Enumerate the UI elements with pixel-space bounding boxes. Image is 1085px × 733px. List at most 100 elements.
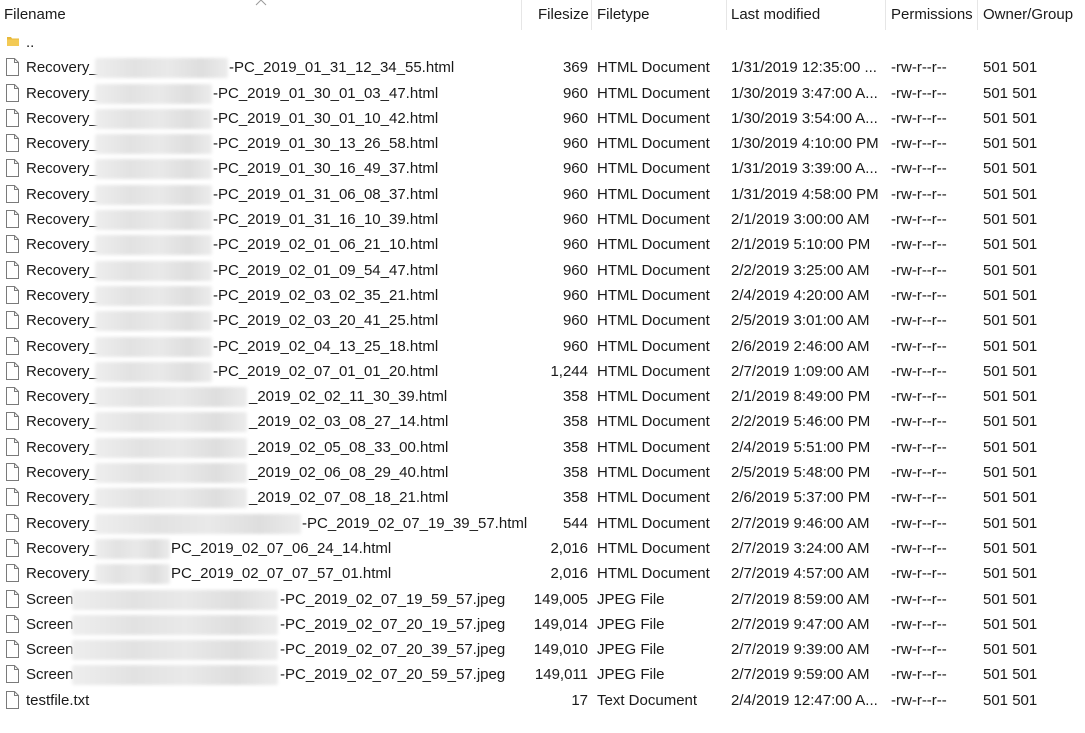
- filename-suffix: -PC_2019_02_01_06_21_10.html: [213, 236, 439, 254]
- table-row[interactable]: Recovery_ -PC_2019_02_07_19_39_57.html 544…: [0, 511, 1085, 536]
- table-row[interactable]: Screen -PC_2019_02_07_20_59_57.jpeg 149,01…: [0, 662, 1085, 687]
- table-row[interactable]: Recovery_ -PC_2019_01_30_13_26_58.html 960…: [0, 131, 1085, 156]
- filetype-cell: HTML Document: [597, 464, 710, 482]
- table-row[interactable]: Recovery_ PC_2019_02_07_06_24_14.html 2,01…: [0, 536, 1085, 561]
- filesize-cell: 960: [562, 211, 588, 229]
- redacted-region: [95, 58, 228, 79]
- filename-suffix: -PC_2019_01_31_12_34_55.html: [229, 59, 455, 77]
- permissions-cell: -rw-r--r--: [891, 135, 947, 153]
- filesize-cell: 960: [562, 135, 588, 153]
- column-header-permissions[interactable]: Permissions: [891, 0, 973, 30]
- table-row[interactable]: Recovery_ _2019_02_06_08_29_40.html 358 HTM…: [0, 460, 1085, 485]
- redacted-region: [95, 285, 212, 306]
- last-modified-cell: 1/30/2019 3:54:00 A...: [731, 109, 878, 127]
- column-divider[interactable]: [591, 0, 592, 30]
- owner-group-cell: 501 501: [983, 286, 1038, 304]
- column-header-filesize[interactable]: Filesize: [538, 0, 589, 30]
- file-icon: [6, 640, 19, 659]
- filesize-cell: 960: [562, 261, 588, 279]
- redacted-region: [95, 463, 247, 484]
- table-row[interactable]: Recovery_ -PC_2019_02_01_09_54_47.html 960…: [0, 258, 1085, 283]
- file-icon: [6, 564, 19, 583]
- owner-group-cell: 501 501: [983, 641, 1038, 659]
- table-row[interactable]: Recovery_ -PC_2019_01_31_16_10_39.html 960…: [0, 207, 1085, 232]
- table-row[interactable]: Recovery_ -PC_2019_02_03_02_35_21.html 960…: [0, 283, 1085, 308]
- column-header-last-modified[interactable]: Last modified: [731, 0, 820, 30]
- table-row[interactable]: Recovery_ -PC_2019_01_30_16_49_37.html 960…: [0, 156, 1085, 181]
- file-icon: [6, 134, 19, 153]
- column-divider[interactable]: [885, 0, 886, 30]
- table-row[interactable]: Recovery_ -PC_2019_02_01_06_21_10.html 960…: [0, 232, 1085, 257]
- table-row[interactable]: testfile.txt 17 Text Document 2/4/2019 12:4…: [0, 688, 1085, 713]
- permissions-cell: -rw-r--r--: [891, 388, 947, 406]
- filetype-cell: HTML Document: [597, 489, 710, 507]
- filesize-cell: 358: [562, 388, 588, 406]
- filename-suffix: -PC_2019_01_30_01_03_47.html: [213, 84, 439, 102]
- column-header-filetype[interactable]: Filetype: [597, 0, 650, 30]
- owner-group-cell: 501 501: [983, 312, 1038, 330]
- column-header-owner-group[interactable]: Owner/Group: [983, 0, 1073, 30]
- redacted-region: [72, 614, 278, 635]
- permissions-cell: -rw-r--r--: [891, 691, 947, 709]
- owner-group-cell: 501 501: [983, 337, 1038, 355]
- filename-prefix: Recovery_: [26, 286, 98, 304]
- redacted-region: [95, 83, 212, 104]
- column-divider[interactable]: [726, 0, 727, 30]
- table-row[interactable]: Recovery_ _2019_02_03_08_27_14.html 358 HTM…: [0, 409, 1085, 434]
- table-row[interactable]: Recovery_ _2019_02_07_08_18_21.html 358 HTM…: [0, 485, 1085, 510]
- column-divider[interactable]: [521, 0, 522, 30]
- filename-prefix: Recovery_: [26, 489, 98, 507]
- filetype-cell: HTML Document: [597, 59, 710, 77]
- table-row[interactable]: Screen -PC_2019_02_07_20_19_57.jpeg 149,01…: [0, 612, 1085, 637]
- last-modified-cell: 2/7/2019 9:46:00 AM: [731, 514, 870, 532]
- owner-group-cell: 501 501: [983, 84, 1038, 102]
- filename-prefix: Screen: [26, 641, 74, 659]
- column-header-row: Filename Filesize Filetype Last modified…: [0, 0, 1085, 30]
- filename-prefix: Recovery_: [26, 337, 98, 355]
- filename-cell: Recovery_ PC_2019_02_07_07_57_01.html: [26, 561, 520, 586]
- table-row[interactable]: Recovery_ PC_2019_02_07_07_57_01.html 2,01…: [0, 561, 1085, 586]
- filename-suffix: -PC_2019_02_07_19_39_57.html: [302, 514, 528, 532]
- last-modified-cell: 2/2/2019 3:25:00 AM: [731, 261, 870, 279]
- filetype-cell: HTML Document: [597, 211, 710, 229]
- filename-prefix: Recovery_: [26, 413, 98, 431]
- filetype-cell: JPEG File: [597, 590, 665, 608]
- filename-suffix: PC_2019_02_07_06_24_14.html: [171, 539, 392, 557]
- filetype-cell: HTML Document: [597, 261, 710, 279]
- redacted-region: [95, 134, 212, 155]
- filename-suffix: -PC_2019_02_04_13_25_18.html: [213, 337, 439, 355]
- permissions-cell: -rw-r--r--: [891, 565, 947, 583]
- table-row[interactable]: Recovery_ -PC_2019_01_31_12_34_55.html 369…: [0, 55, 1085, 80]
- table-row[interactable]: Screen -PC_2019_02_07_20_39_57.jpeg 149,01…: [0, 637, 1085, 662]
- owner-group-cell: 501 501: [983, 59, 1038, 77]
- table-row[interactable]: Recovery_ -PC_2019_01_30_01_10_42.html 960…: [0, 106, 1085, 131]
- permissions-cell: -rw-r--r--: [891, 514, 947, 532]
- table-row[interactable]: Screen -PC_2019_02_07_19_59_57.jpeg 149,00…: [0, 587, 1085, 612]
- filesize-cell: 960: [562, 312, 588, 330]
- owner-group-cell: 501 501: [983, 388, 1038, 406]
- owner-group-cell: 501 501: [983, 160, 1038, 178]
- filesize-cell: 960: [562, 109, 588, 127]
- column-divider[interactable]: [977, 0, 978, 30]
- file-icon: [6, 285, 19, 304]
- filename-prefix: Recovery_: [26, 109, 98, 127]
- filesize-cell: 2,016: [550, 565, 588, 583]
- filesize-cell: 544: [562, 514, 588, 532]
- permissions-cell: -rw-r--r--: [891, 109, 947, 127]
- table-row[interactable]: Recovery_ -PC_2019_01_31_06_08_37.html 960…: [0, 182, 1085, 207]
- filetype-cell: HTML Document: [597, 539, 710, 557]
- filename-prefix: Recovery_: [26, 236, 98, 254]
- table-row-parent-directory[interactable]: ..: [0, 30, 1085, 55]
- table-row[interactable]: Recovery_ -PC_2019_02_03_20_41_25.html 960…: [0, 308, 1085, 333]
- filename-cell: Recovery_ _2019_02_02_11_30_39.html: [26, 384, 520, 409]
- table-row[interactable]: Recovery_ _2019_02_02_11_30_39.html 358 HTM…: [0, 384, 1085, 409]
- table-row[interactable]: Recovery_ -PC_2019_02_07_01_01_20.html 1,2…: [0, 359, 1085, 384]
- filename-cell: Recovery_ -PC_2019_01_31_06_08_37.html: [26, 182, 520, 207]
- filename-suffix: -PC_2019_02_07_19_59_57.jpeg: [280, 590, 506, 608]
- table-row[interactable]: Recovery_ -PC_2019_01_30_01_03_47.html 960…: [0, 81, 1085, 106]
- filename-cell: Recovery_ -PC_2019_01_31_16_10_39.html: [26, 207, 520, 232]
- table-row[interactable]: Recovery_ -PC_2019_02_04_13_25_18.html 960…: [0, 334, 1085, 359]
- table-row[interactable]: Recovery_ _2019_02_05_08_33_00.html 358 HTM…: [0, 435, 1085, 460]
- column-header-filename[interactable]: Filename: [4, 0, 66, 30]
- owner-group-cell: 501 501: [983, 362, 1038, 380]
